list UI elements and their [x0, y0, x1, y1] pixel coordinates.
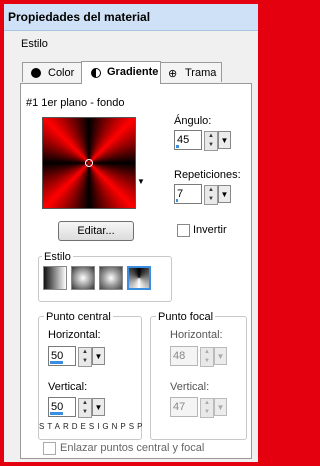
center-horizontal-field[interactable]: 50: [48, 346, 76, 366]
angle-spinner-icon[interactable]: ▲ ▼: [204, 131, 218, 151]
tab-gradient-label: Gradiente: [107, 66, 159, 78]
center-vertical-spinner-icon[interactable]: ▲ ▼: [78, 398, 92, 418]
angle-level-bar: [176, 145, 179, 148]
watermark-text: STARDESIGNPSP: [39, 422, 146, 431]
style-group-label: Estilo: [42, 251, 73, 263]
preview-dropdown-icon[interactable]: ▼: [137, 177, 145, 186]
gradient-panel: #1 1er plano - fondo ▼ Ángulo: 45 ▲ ▼ ▼ R…: [20, 83, 252, 459]
center-horizontal-label: Horizontal:: [48, 329, 101, 341]
gradient-preview[interactable]: [42, 117, 136, 209]
repetitions-level-bar: [176, 199, 178, 202]
focal-vertical-spinner-icon[interactable]: ▲ ▼: [200, 398, 214, 418]
link-points-label: Enlazar puntos central y focal: [60, 442, 205, 454]
window-title: Propiedades del material: [8, 10, 151, 24]
pattern-icon: ⊕: [168, 68, 178, 80]
center-vertical-dropdown-icon[interactable]: ▼: [92, 398, 105, 416]
angle-field[interactable]: 45: [174, 130, 202, 150]
center-vertical-field[interactable]: 50: [48, 397, 76, 417]
link-points-checkbox[interactable]: [43, 442, 56, 455]
center-vertical-label: Vertical:: [48, 381, 88, 393]
edit-button[interactable]: Editar...: [58, 221, 134, 241]
center-point-label: Punto central: [44, 311, 113, 323]
repetitions-dropdown-icon[interactable]: ▼: [218, 185, 231, 203]
filled-circle-icon: [31, 68, 41, 78]
center-vertical-level-bar: [50, 412, 63, 415]
section-label-style: Estilo: [21, 38, 48, 50]
angle-dropdown-icon[interactable]: ▼: [218, 131, 231, 149]
focal-horizontal-dropdown-icon[interactable]: ▼: [214, 347, 227, 365]
center-horizontal-dropdown-icon[interactable]: ▼: [92, 347, 105, 365]
focal-vertical-dropdown-icon[interactable]: ▼: [214, 398, 227, 416]
focal-vertical-field[interactable]: 47: [170, 397, 198, 417]
focal-horizontal-value: 48: [173, 350, 186, 362]
half-circle-icon: [91, 68, 101, 78]
focal-horizontal-label: Horizontal:: [170, 329, 223, 341]
repetitions-field[interactable]: 7: [174, 184, 202, 204]
gradient-name: #1 1er plano - fondo: [26, 97, 125, 109]
focal-point-label: Punto focal: [156, 311, 216, 323]
focal-vertical-label: Vertical:: [170, 381, 210, 393]
invert-checkbox[interactable]: [177, 224, 190, 237]
tab-gradient[interactable]: Gradiente: [81, 61, 161, 84]
radial-style-button[interactable]: [99, 266, 123, 290]
repetitions-label: Repeticiones:: [174, 169, 241, 181]
linear-style-button[interactable]: [43, 266, 67, 290]
angle-label: Ángulo:: [174, 115, 212, 127]
repetitions-spinner-icon[interactable]: ▲ ▼: [204, 185, 218, 205]
title-bar: Propiedades del material: [4, 4, 258, 31]
tab-pattern-label: Trama: [185, 67, 217, 79]
tab-pattern[interactable]: ⊕ Trama: [160, 62, 222, 82]
tab-color[interactable]: Color: [22, 62, 82, 82]
tab-color-label: Color: [48, 67, 75, 79]
rectangular-style-button[interactable]: [71, 266, 95, 290]
sunburst-style-button[interactable]: [127, 266, 151, 290]
focal-horizontal-field[interactable]: 48: [170, 346, 198, 366]
invert-label: Invertir: [193, 224, 227, 236]
focal-vertical-value: 47: [173, 401, 186, 413]
center-horizontal-level-bar: [50, 361, 63, 364]
focal-horizontal-spinner-icon[interactable]: ▲ ▼: [200, 347, 214, 367]
center-horizontal-spinner-icon[interactable]: ▲ ▼: [78, 347, 92, 367]
material-properties-window: Propiedades del material Estilo Color Gr…: [0, 0, 262, 466]
